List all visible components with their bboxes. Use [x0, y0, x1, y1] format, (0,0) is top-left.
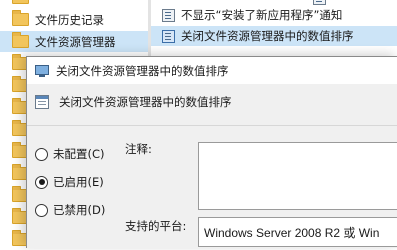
supported-platforms-field[interactable]: Windows Server 2008 R2 或 Win [198, 217, 397, 247]
tree-item-label: 文件资源管理器 [35, 34, 116, 49]
policy-setting-icon [162, 29, 175, 43]
policy-setting-icon [313, 0, 326, 5]
setting-header: 关闭文件资源管理器中的数值排序 [35, 94, 232, 110]
policy-setting-icon [162, 8, 175, 22]
radio-circle[interactable] [35, 175, 48, 189]
dialog-titlebar[interactable]: 关闭文件资源管理器中的数值排序 [27, 57, 397, 84]
radio-label: 已禁用(D) [53, 203, 106, 217]
radio-enabled[interactable]: 已启用(E) [35, 174, 104, 190]
comment-label: 注释: [125, 142, 152, 156]
policy-item-numeric-sort[interactable]: 关闭文件资源管理器中的数值排序 [151, 26, 397, 46]
folder-icon [12, 32, 29, 48]
radio-not-configured[interactable]: 未配置(C) [35, 146, 105, 162]
dialog-body: 关闭文件资源管理器中的数值排序 未配置(C) 已启用(E) 已禁用(D) 注释:… [27, 84, 397, 248]
policy-setting-icon [35, 95, 49, 109]
setting-name: 关闭文件资源管理器中的数值排序 [59, 95, 232, 109]
radio-circle[interactable] [35, 147, 48, 161]
policy-item-new-app-notification[interactable]: 不显示“安装了新应用程序”通知 [162, 5, 342, 25]
radio-label: 已启用(E) [53, 175, 104, 189]
radio-circle[interactable] [35, 203, 48, 217]
supported-platforms-value: Windows Server 2008 R2 或 Win [204, 226, 380, 240]
radio-label: 未配置(C) [53, 147, 105, 161]
dialog-title: 关闭文件资源管理器中的数值排序 [56, 63, 229, 78]
supported-platforms-label: 支持的平台: [125, 219, 187, 233]
header-divider [27, 125, 397, 126]
monitor-icon [35, 64, 49, 77]
policy-item-label: 关闭文件资源管理器中的数值排序 [181, 29, 354, 43]
tree-item-file-history[interactable]: 文件历史记录 [0, 9, 148, 30]
tree-item-partial[interactable] [0, 0, 148, 8]
comment-textarea[interactable] [198, 142, 397, 210]
policy-list: 不显示“安装了新应用程序”通知 关闭文件资源管理器中的数值排序 [151, 0, 397, 58]
tree-item-label: 文件历史记录 [35, 12, 104, 27]
folder-icon [12, 10, 29, 26]
policy-item-label: 不显示“安装了新应用程序”通知 [181, 8, 343, 22]
folder-icon [12, 0, 29, 4]
radio-disabled[interactable]: 已禁用(D) [35, 202, 105, 218]
policy-setting-dialog: 关闭文件资源管理器中的数值排序 关闭文件资源管理器中的数值排序 未配置(C) 已… [26, 56, 397, 248]
tree-item-file-explorer[interactable]: 文件资源管理器 [0, 31, 148, 52]
